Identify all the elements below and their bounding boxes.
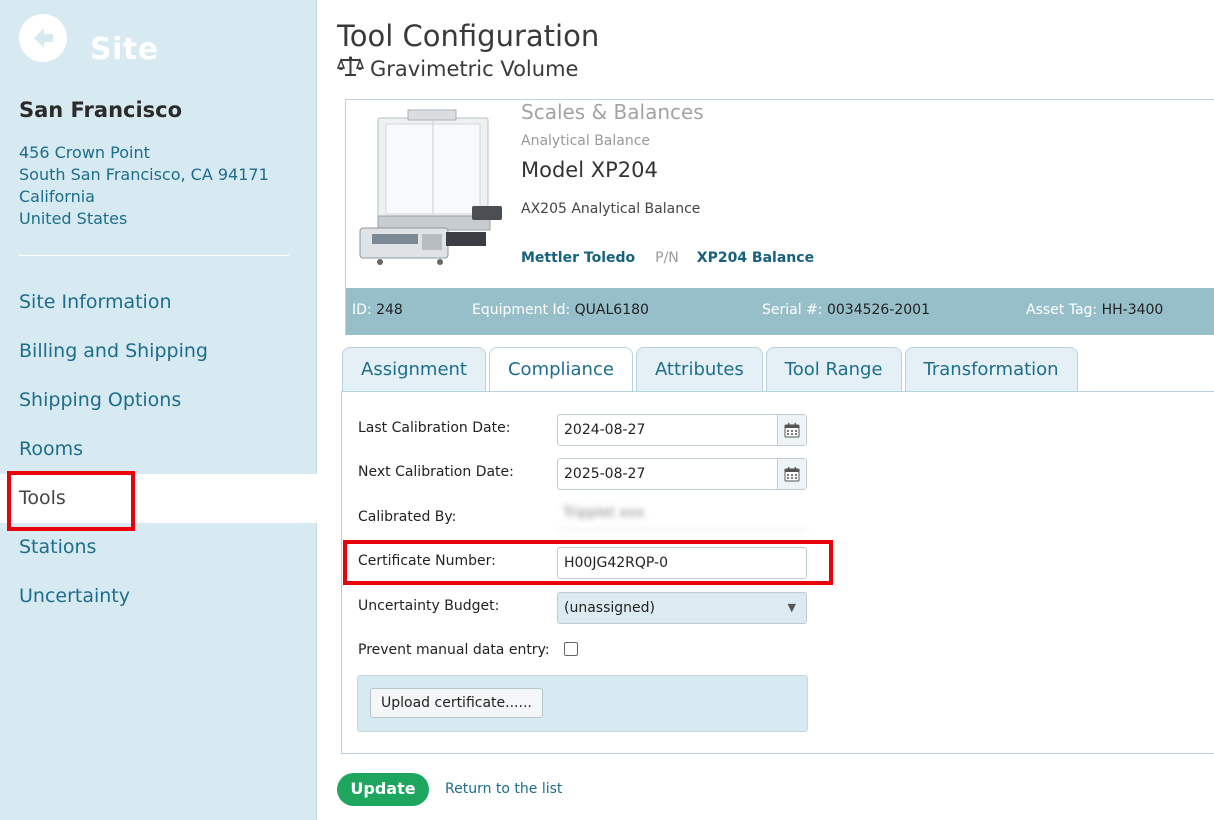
prevent-manual-entry-label: Prevent manual data entry: [358, 642, 550, 658]
address-line: South San Francisco, CA 94171 [19, 165, 269, 184]
sidebar: Site San Francisco 456 Crown Point South… [0, 0, 318, 820]
update-button[interactable]: Update [337, 773, 429, 806]
equipment-id-field: Equipment Id: QUAL6180 [472, 302, 649, 318]
sidebar-item-billing-and-shipping[interactable]: Billing and Shipping [0, 327, 317, 376]
last-calibration-field[interactable]: 2024-08-27 [557, 414, 807, 446]
subtitle-text: Gravimetric Volume [370, 56, 579, 81]
equipment-id-label: Equipment Id: [472, 302, 571, 318]
tool-description: AX205 Analytical Balance [521, 201, 701, 217]
calendar-icon[interactable] [777, 459, 806, 489]
id-field: ID: 248 [352, 302, 403, 318]
address: 456 Crown Point South San Francisco, CA … [19, 142, 269, 230]
tab-assignment[interactable]: Assignment [342, 347, 486, 392]
tool-card: Scales & Balances Analytical Balance Mod… [345, 99, 1214, 335]
prevent-manual-entry-checkbox[interactable] [564, 642, 578, 656]
sidebar-title: Site [90, 32, 159, 67]
next-calibration-field[interactable]: 2025-08-27 [557, 458, 807, 490]
back-arrow-icon[interactable] [19, 14, 67, 62]
id-label: ID: [352, 302, 372, 318]
part-number-link[interactable]: XP204 Balance [697, 250, 814, 266]
sidebar-divider [19, 255, 289, 256]
next-calibration-label: Next Calibration Date: [358, 464, 514, 480]
tool-model: Model XP204 [521, 158, 658, 182]
scale-icon [336, 55, 365, 82]
tab-transformation[interactable]: Transformation [904, 347, 1078, 392]
tab-compliance[interactable]: Compliance [488, 347, 633, 393]
sidebar-item-uncertainty[interactable]: Uncertainty [0, 572, 317, 621]
serial-field: Serial #: 0034526-2001 [762, 302, 930, 318]
calibrated-by-label: Calibrated By: [358, 509, 457, 525]
sidebar-item-rooms[interactable]: Rooms [0, 425, 317, 474]
return-to-list-link[interactable]: Return to the list [445, 781, 562, 797]
serial-label: Serial #: [762, 302, 823, 318]
serial-value: 0034526-2001 [826, 302, 930, 318]
address-line: California [19, 187, 95, 206]
address-line: United States [19, 209, 128, 228]
upload-certificate-button[interactable]: Upload certificate...... [370, 688, 543, 718]
tab-bar: Assignment Compliance Attributes Tool Ra… [342, 347, 1078, 393]
tab-tool-range[interactable]: Tool Range [765, 347, 902, 392]
tool-image [350, 106, 510, 268]
manufacturer-row: Mettler Toledo P/N XP204 Balance [521, 250, 814, 266]
equipment-id-value: QUAL6180 [574, 302, 649, 318]
next-calibration-value: 2025-08-27 [564, 466, 646, 482]
tool-subcategory: Analytical Balance [521, 133, 651, 149]
asset-tag-field: Asset Tag: HH-3400 [1026, 302, 1163, 318]
id-value: 248 [376, 302, 403, 318]
id-bar: ID: 248 Equipment Id: QUAL6180 Serial #:… [346, 288, 1214, 335]
sidebar-item-site-information[interactable]: Site Information [0, 278, 317, 327]
asset-tag-label: Asset Tag: [1026, 302, 1098, 318]
manufacturer-link[interactable]: Mettler Toledo [521, 250, 635, 266]
tool-category: Scales & Balances [521, 100, 704, 124]
location-name: San Francisco [19, 98, 183, 122]
uncertainty-budget-select[interactable]: (unassigned) ▼ [557, 592, 807, 624]
tab-attributes[interactable]: Attributes [635, 347, 763, 392]
sidebar-item-shipping-options[interactable]: Shipping Options [0, 376, 317, 425]
highlight-box-tools [7, 471, 135, 531]
uncertainty-budget-label: Uncertainty Budget: [358, 598, 500, 614]
last-calibration-value: 2024-08-27 [564, 422, 646, 438]
page-subtitle: Gravimetric Volume [336, 55, 579, 82]
address-line: 456 Crown Point [19, 143, 150, 162]
calibrated-by-value: Tripplet xxx [557, 498, 807, 530]
page-title: Tool Configuration [337, 19, 600, 53]
asset-tag-value: HH-3400 [1101, 302, 1164, 318]
part-number-label: P/N [655, 250, 679, 266]
calendar-icon[interactable] [777, 415, 806, 445]
highlight-box-certificate [343, 540, 833, 585]
chevron-down-icon: ▼ [787, 601, 796, 614]
sidebar-nav: Site Information Billing and Shipping Sh… [0, 278, 318, 621]
upload-area: Upload certificate...... [357, 675, 808, 732]
last-calibration-label: Last Calibration Date: [358, 420, 511, 436]
uncertainty-budget-value: (unassigned) [564, 600, 655, 616]
